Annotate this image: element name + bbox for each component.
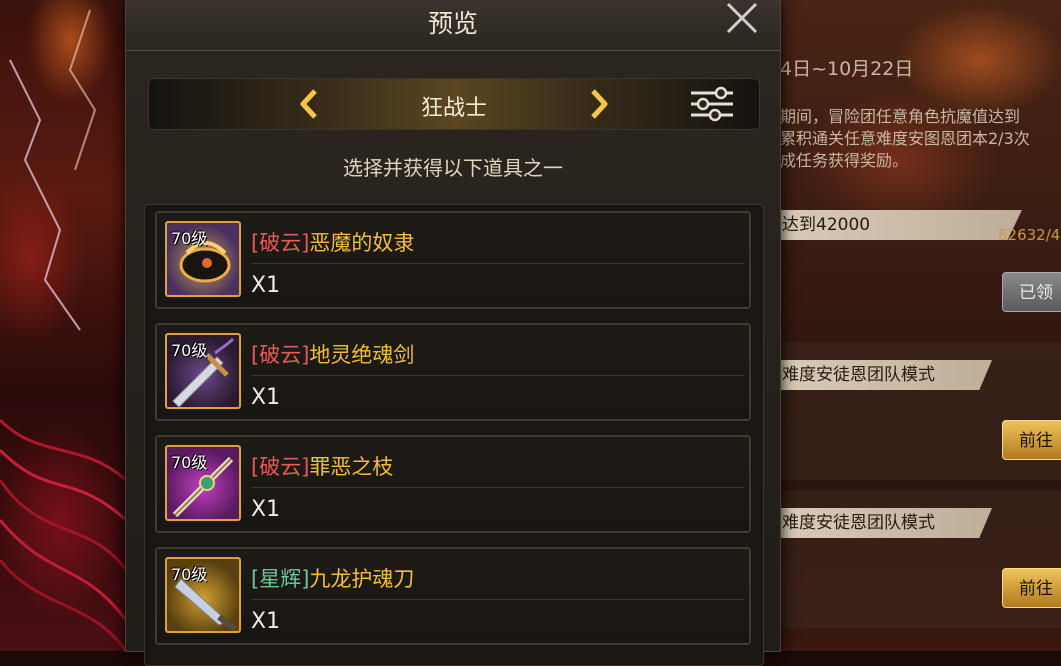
item-row[interactable]: 70级 [破云]罪恶之枝 X1 (155, 435, 751, 533)
event-description: 期间，冒险团任意角色抗魔值达到 累积通关任意难度安图恩团本2/3次 成任务获得奖… (780, 107, 1030, 170)
item-row[interactable]: 70级 [破云]恶魔的奴隶 X1 (155, 211, 751, 309)
item-level: 70级 (171, 453, 208, 472)
blade-icon: 70级 (165, 557, 241, 633)
item-prefix: [破云] (251, 231, 310, 255)
lightning-art (0, 9, 126, 651)
selection-hint: 选择并获得以下道具之一 (343, 156, 563, 180)
item-quantity: X1 (251, 497, 281, 522)
item-list: 70级 [破云]恶魔的奴隶 X1 70级 [破云]地灵绝魂剑 X1 70级 [破… (144, 204, 764, 666)
item-level: 70级 (171, 229, 208, 248)
item-name: [破云]恶魔的奴隶 (251, 227, 414, 257)
item-prefix: [破云] (251, 343, 310, 367)
task-label: 难度安徒恩团队模式 (780, 360, 992, 390)
modal-title: 预览 (427, 9, 478, 38)
divider (251, 375, 745, 376)
class-selector: 狂战士 (148, 78, 760, 130)
divider (251, 599, 745, 600)
task-label: 达到42000 (780, 210, 1022, 240)
sword-icon: 70级 (165, 333, 241, 409)
chevron-right-icon (591, 89, 608, 119)
item-prefix: [破云] (251, 455, 310, 479)
background-event-panel: 4日~10月22日 期间，冒险团任意角色抗魔值达到 累积通关任意难度安图恩团本2… (780, 0, 1061, 651)
close-icon (726, 2, 758, 34)
modal-header: 预览 (126, 0, 780, 51)
go-button[interactable]: 前往 (1002, 568, 1061, 608)
task-progress: 82632/4 (998, 226, 1061, 244)
item-level: 70级 (171, 341, 208, 360)
item-name: [破云]罪恶之枝 (251, 451, 393, 481)
staff-icon: 70级 (165, 445, 241, 521)
background-art-left (0, 0, 126, 651)
item-quantity: X1 (251, 385, 281, 410)
item-title: 恶魔的奴隶 (309, 231, 415, 255)
filter-button[interactable] (689, 85, 735, 123)
divider (251, 263, 745, 264)
divider (251, 487, 745, 488)
item-level: 70级 (171, 565, 208, 584)
item-quantity: X1 (251, 273, 281, 298)
item-title: 地灵绝魂剑 (309, 343, 415, 367)
item-row[interactable]: 70级 [星辉]九龙护魂刀 X1 (155, 547, 751, 645)
go-button[interactable]: 前往 (1002, 420, 1061, 460)
close-button[interactable] (724, 0, 760, 36)
preview-modal: 预览 狂战士 选择并获得以下道具之一 70级 [破云]恶魔的奴隶 X1 70级 … (126, 0, 780, 666)
item-prefix: [星辉] (251, 567, 310, 591)
item-quantity: X1 (251, 609, 281, 634)
sliders-icon (691, 86, 733, 122)
armor-icon: 70级 (165, 221, 241, 297)
event-date-text: 4日~10月22日 (780, 58, 914, 80)
item-title: 九龙护魂刀 (309, 567, 415, 591)
item-name: [星辉]九龙护魂刀 (251, 563, 414, 593)
claimed-button[interactable]: 已领 (1002, 272, 1061, 312)
item-row[interactable]: 70级 [破云]地灵绝魂剑 X1 (155, 323, 751, 421)
item-name: [破云]地灵绝魂剑 (251, 339, 414, 369)
class-name: 狂战士 (420, 96, 487, 121)
item-title: 罪恶之枝 (309, 455, 394, 479)
next-class-button[interactable] (587, 88, 611, 120)
task-label: 难度安徒恩团队模式 (780, 508, 992, 538)
